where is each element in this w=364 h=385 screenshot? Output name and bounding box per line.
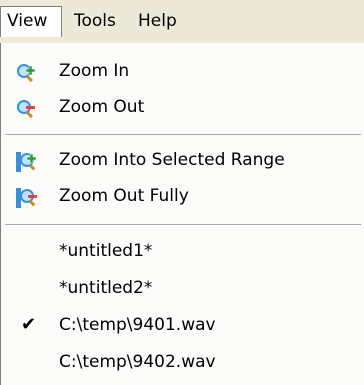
menu-tools[interactable]: Tools [68,6,122,37]
menu-item-file-label: *untitled2* [59,278,153,298]
checkmark-icon: ✔ [21,314,37,335]
menu-separator [5,134,361,136]
zoom-in-icon [15,61,39,83]
menu-item-zoom-in[interactable]: Zoom In [1,53,364,89]
zoom-out-icon [15,97,39,119]
menu-view-label: View [7,11,48,31]
menu-item-file-label: C:\temp\9402.wav [59,352,216,372]
zoom-selected-icon [15,150,39,172]
menu-help[interactable]: Help [132,6,183,37]
menu-item-zoom-out-label: Zoom Out [59,97,145,117]
menu-separator [5,224,361,226]
zoom-out-fully-icon [15,186,39,208]
menu-item-zoom-out-fully[interactable]: Zoom Out Fully [1,178,364,214]
menu-help-label: Help [138,11,177,31]
menu-item-zoom-out-fully-label: Zoom Out Fully [59,186,189,206]
menu-view[interactable]: View [0,6,62,37]
menu-item-file-9401[interactable]: ✔ C:\temp\9401.wav [1,307,364,343]
menu-item-zoom-selected-range[interactable]: Zoom Into Selected Range [1,142,364,178]
menu-item-file-untitled2[interactable]: *untitled2* [1,270,364,306]
menu-item-file-label: C:\temp\9401.wav [59,315,216,335]
menu-item-zoom-selected-range-label: Zoom Into Selected Range [59,150,285,170]
menu-tools-label: Tools [74,11,116,31]
menu-item-file-untitled1[interactable]: *untitled1* [1,233,364,269]
menu-bar: View Tools Help [0,0,364,43]
menu-item-file-label: *untitled1* [59,241,153,261]
view-menu-dropdown: Zoom In Zoom Out Zoom Into Selected Rang… [0,43,364,385]
menu-item-zoom-out[interactable]: Zoom Out [1,89,364,125]
menu-item-zoom-in-label: Zoom In [59,61,130,81]
menu-item-file-9402[interactable]: C:\temp\9402.wav [1,344,364,380]
